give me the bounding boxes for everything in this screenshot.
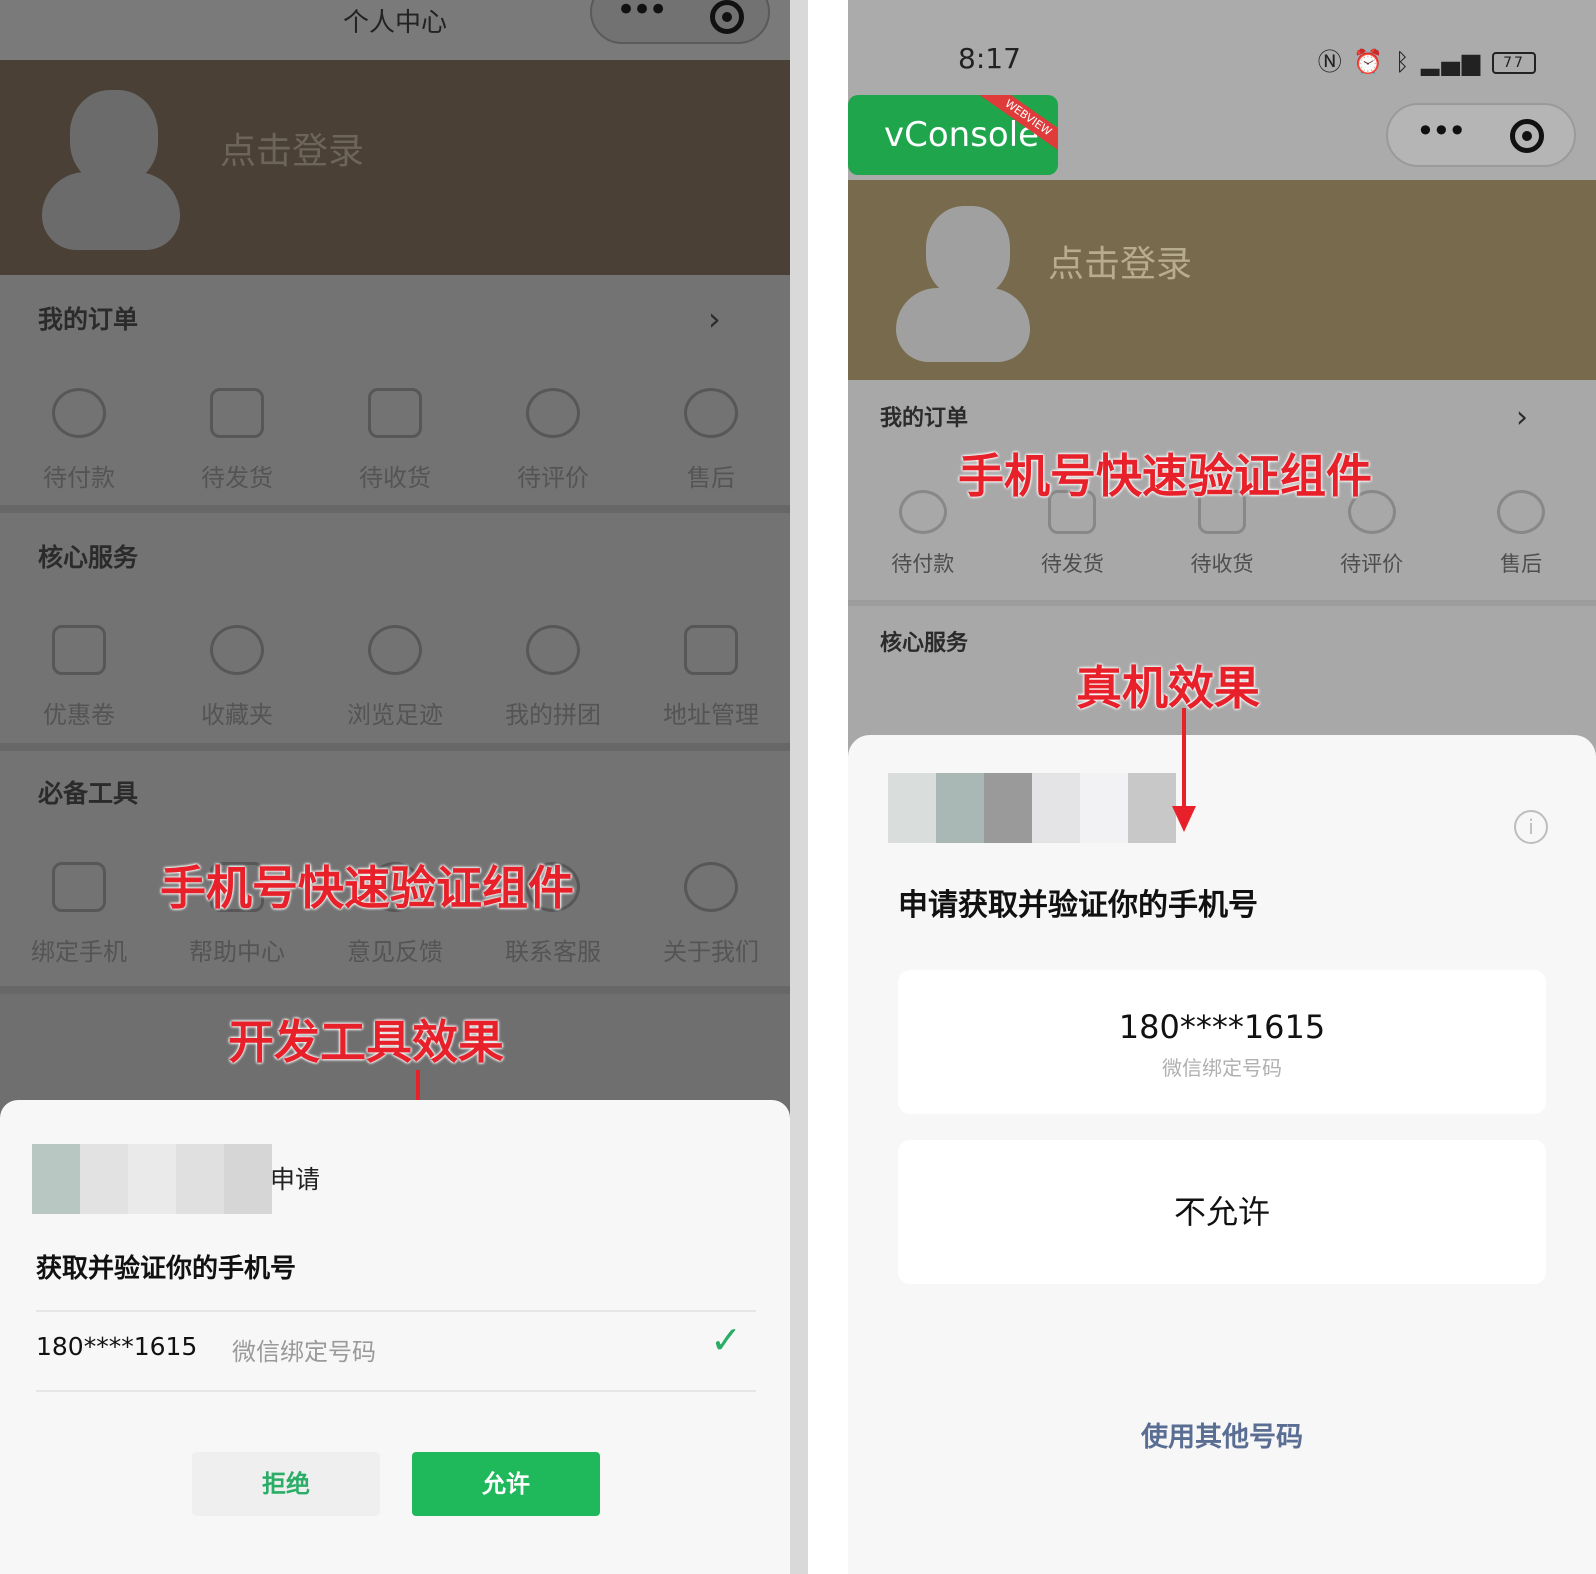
phone-icon xyxy=(52,862,106,912)
divider xyxy=(0,986,790,994)
arrow-line xyxy=(1182,708,1186,808)
order-pending-shipment[interactable]: 待发货 xyxy=(158,388,316,493)
group-buy[interactable]: 我的拼团 xyxy=(474,625,632,730)
deny-label: 不允许 xyxy=(1173,1193,1270,1231)
avatar[interactable] xyxy=(70,90,158,185)
menu-capsule[interactable]: ••• xyxy=(1386,103,1576,167)
wallet-icon xyxy=(898,490,947,534)
coupon-icon xyxy=(52,625,106,675)
core-title: 核心服务 xyxy=(880,631,969,656)
profile-header[interactable]: 点击登录 xyxy=(0,60,790,275)
chevron-right-icon[interactable]: › xyxy=(1516,400,1528,435)
address-management[interactable]: 地址管理 xyxy=(632,625,790,730)
bluetooth-icon: ᛒ xyxy=(1394,48,1412,76)
order-after-sales[interactable]: 售后 xyxy=(632,388,790,493)
divider xyxy=(0,743,790,751)
order-pending-payment[interactable]: 待付款 xyxy=(0,388,158,493)
status-bar: 8:17 Ⓝ ⏰ ᛒ ▂▄▆ 77 xyxy=(848,0,1596,95)
divider xyxy=(36,1390,756,1392)
avatar-body xyxy=(42,172,180,250)
phone-auth-sheet: i 申请获取并验证你的手机号 180****1615 微信绑定号码 不允许 使用… xyxy=(848,735,1596,1574)
truck-icon xyxy=(210,388,264,438)
app-logo-mosaic xyxy=(888,773,1176,843)
login-link[interactable]: 点击登录 xyxy=(1048,235,1192,287)
profile-header[interactable]: 点击登录 xyxy=(848,180,1596,380)
close-miniprogram-icon[interactable] xyxy=(710,0,744,34)
status-icons: Ⓝ ⏰ ᛒ ▂▄▆ 77 xyxy=(1318,42,1536,77)
app-logo-mosaic xyxy=(32,1144,272,1214)
paw-icon xyxy=(368,625,422,675)
coupons[interactable]: 优惠卷 xyxy=(0,625,158,730)
divider xyxy=(36,1310,756,1312)
alarm-icon: ⏰ xyxy=(1353,48,1386,76)
bind-label: 微信绑定号码 xyxy=(232,1338,376,1366)
checkmark-icon: ✓ xyxy=(710,1318,742,1362)
chevron-right-icon[interactable]: › xyxy=(708,300,721,338)
vconsole-button[interactable]: vConsole WEBVIEW xyxy=(848,95,1058,175)
order-after-sales[interactable]: 售后 xyxy=(1446,490,1596,578)
status-time: 8:17 xyxy=(958,42,1021,75)
annotation-devtools-effect: 开发工具效果 xyxy=(228,1015,504,1069)
menu-capsule[interactable]: ••• xyxy=(590,0,770,44)
group-icon xyxy=(526,625,580,675)
phone-number: 180****1615 xyxy=(1118,1008,1326,1046)
order-pending-review[interactable]: 待评价 xyxy=(474,388,632,493)
building-icon xyxy=(684,625,738,675)
browse-history[interactable]: 浏览足迹 xyxy=(316,625,474,730)
signal-icon: ▂▄▆ xyxy=(1420,48,1483,76)
nfc-icon: Ⓝ xyxy=(1317,48,1344,76)
phone-option-card[interactable]: 180****1615 微信绑定号码 xyxy=(898,970,1546,1114)
nav-bar: 个人中心 ••• xyxy=(0,0,790,60)
device-panel: 8:17 Ⓝ ⏰ ᛒ ▂▄▆ 77 vConsole WEBVIEW ••• 点… xyxy=(848,0,1596,1574)
info-icon xyxy=(684,862,738,912)
phone-number[interactable]: 180****1615 xyxy=(36,1332,197,1361)
devtools-panel: 个人中心 ••• 点击登录 我的订单 › 待付款 待发货 待收货 待评价 售后 … xyxy=(0,0,790,1574)
nav-bar: vConsole WEBVIEW ••• xyxy=(848,95,1596,180)
panel-divider xyxy=(790,0,808,1574)
core-title: 核心服务 xyxy=(38,543,139,572)
battery-icon: 77 xyxy=(1492,52,1536,74)
about-us[interactable]: 关于我们 xyxy=(632,862,790,967)
sheet-title: 获取并验证你的手机号 xyxy=(36,1254,297,1284)
info-icon[interactable]: i xyxy=(1514,810,1548,844)
avatar[interactable] xyxy=(926,206,1010,298)
star-icon xyxy=(210,625,264,675)
orders-title: 我的订单 xyxy=(880,406,969,431)
phone-auth-sheet: 申请 获取并验证你的手机号 180****1615 微信绑定号码 ✓ 拒绝 允许 xyxy=(0,1100,790,1574)
use-other-number-link[interactable]: 使用其他号码 xyxy=(848,1415,1596,1454)
close-miniprogram-icon[interactable] xyxy=(1510,119,1544,153)
refund-icon xyxy=(684,388,738,438)
more-icon[interactable]: ••• xyxy=(1416,115,1467,147)
refund-icon xyxy=(1497,490,1546,534)
bind-phone[interactable]: 绑定手机 xyxy=(0,862,158,967)
order-pending-receipt[interactable]: 待收货 xyxy=(316,388,474,493)
apply-label: 申请 xyxy=(270,1165,321,1194)
avatar-body xyxy=(896,288,1030,362)
deny-button[interactable]: 不允许 xyxy=(898,1140,1546,1284)
sheet-title: 申请获取并验证你的手机号 xyxy=(898,888,1258,923)
tools-title: 必备工具 xyxy=(38,779,139,808)
order-status-row: 待付款 待发货 待收货 待评价 售后 xyxy=(0,388,790,493)
annotation-component: 手机号快速验证组件 xyxy=(958,449,1372,503)
bind-label: 微信绑定号码 xyxy=(1162,1056,1282,1080)
reject-button[interactable]: 拒绝 xyxy=(192,1452,380,1516)
box-clock-icon xyxy=(368,388,422,438)
more-icon[interactable]: ••• xyxy=(616,0,668,27)
annotation-device-effect: 真机效果 xyxy=(1076,661,1260,715)
flower-icon xyxy=(526,388,580,438)
orders-title: 我的订单 xyxy=(38,305,139,334)
divider xyxy=(0,505,790,513)
annotation-component: 手机号快速验证组件 xyxy=(160,861,574,915)
core-services-row: 优惠卷 收藏夹 浏览足迹 我的拼团 地址管理 xyxy=(0,625,790,730)
arrow-down-icon xyxy=(1172,806,1196,832)
favorites[interactable]: 收藏夹 xyxy=(158,625,316,730)
allow-button[interactable]: 允许 xyxy=(412,1452,600,1516)
wallet-icon xyxy=(52,388,106,438)
login-link[interactable]: 点击登录 xyxy=(220,122,364,174)
